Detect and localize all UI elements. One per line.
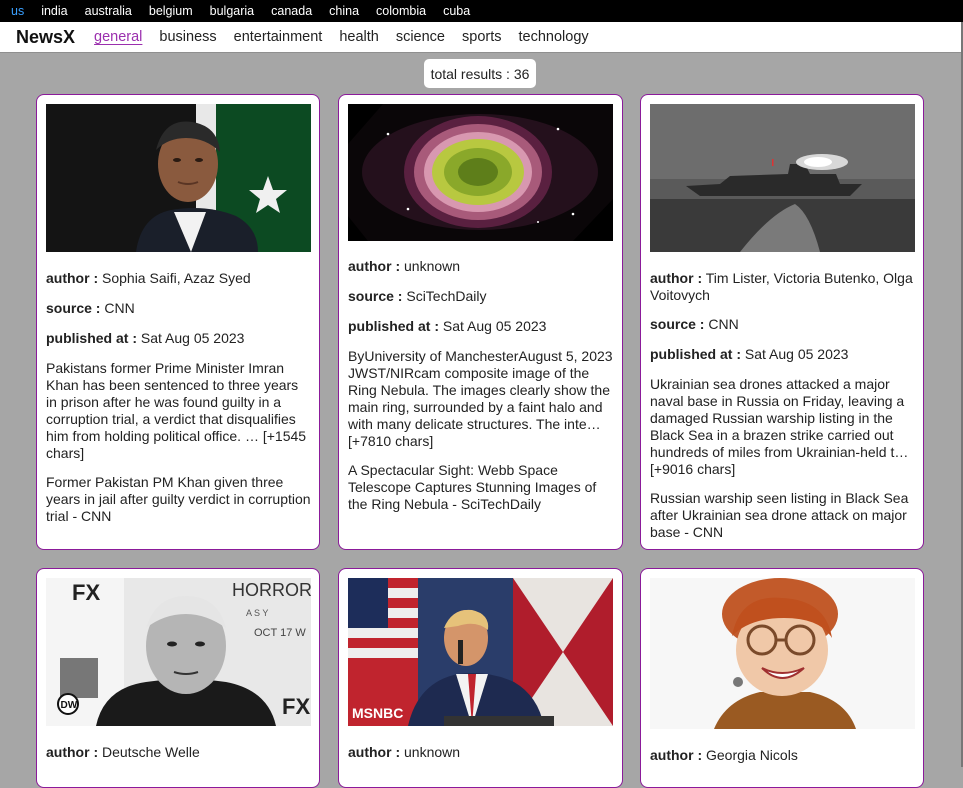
source-value: SciTechDaily [406, 288, 487, 304]
published-line: published at : Sat Aug 05 2023 [46, 330, 312, 347]
news-card[interactable]: author : Sophia Saifi, Azaz Syed source … [36, 94, 320, 550]
category-link-general[interactable]: general [94, 29, 142, 45]
news-card[interactable]: FX HORROR A S Y OCT 17 W FX DW author : … [36, 568, 320, 788]
category-link-health[interactable]: health [339, 29, 379, 45]
author-label: author : [348, 744, 401, 760]
published-value: Sat Aug 05 2023 [442, 318, 547, 334]
author-value: Sophia Saifi, Azaz Syed [102, 270, 251, 286]
news-description: ByUniversity of ManchesterAugust 5, 2023… [348, 348, 613, 449]
news-image[interactable] [650, 578, 915, 729]
author-line: author : Deutsche Welle [46, 744, 312, 761]
fx-logo-text: FX [72, 580, 100, 605]
country-link-belgium[interactable]: belgium [149, 4, 193, 18]
news-title[interactable]: Russian warship seen listing in Black Se… [650, 490, 916, 541]
dw-logo-text: DW [61, 700, 78, 711]
author-line: author : unknown [348, 744, 614, 761]
news-image[interactable] [46, 104, 311, 252]
news-image[interactable] [650, 104, 915, 252]
country-link-canada[interactable]: canada [271, 4, 312, 18]
source-line: source : CNN [46, 300, 312, 317]
published-label: published at : [650, 346, 741, 362]
brand-logo[interactable]: NewsX [16, 27, 75, 48]
sign-date-text: OCT 17 W [254, 627, 306, 639]
country-link-us[interactable]: us [11, 4, 24, 18]
published-value: Sat Aug 05 2023 [744, 346, 849, 362]
source-line: source : CNN [650, 316, 916, 333]
news-card[interactable]: author : Georgia Nicols [640, 568, 924, 788]
news-image[interactable] [348, 104, 613, 241]
author-value: unknown [404, 744, 461, 760]
total-results-badge: total results : 36 [424, 59, 536, 88]
category-link-technology[interactable]: technology [519, 29, 589, 45]
published-line: published at : Sat Aug 05 2023 [650, 346, 916, 363]
published-line: published at : Sat Aug 05 2023 [348, 318, 614, 335]
author-label: author : [46, 744, 99, 760]
news-card[interactable]: MSNBC author : unknown [338, 568, 623, 788]
country-link-india[interactable]: india [41, 4, 67, 18]
source-line: source : SciTechDaily [348, 288, 614, 305]
published-value: Sat Aug 05 2023 [140, 330, 245, 346]
category-link-science[interactable]: science [396, 29, 445, 45]
news-title[interactable]: A Spectacular Sight: Webb Space Telescop… [348, 462, 614, 513]
msnbc-logo-text: MSNBC [352, 705, 403, 721]
news-title[interactable]: Former Pakistan PM Khan given three year… [46, 474, 312, 525]
author-label: author : [650, 270, 703, 286]
sign-letters-text: A S Y [246, 608, 268, 618]
horror-sign-text: HORROR [232, 580, 311, 600]
author-label: author : [650, 747, 703, 763]
published-label: published at : [46, 330, 137, 346]
published-label: published at : [348, 318, 439, 334]
source-label: source : [46, 300, 101, 316]
author-value: Deutsche Welle [102, 744, 200, 760]
author-label: author : [348, 258, 401, 274]
country-link-china[interactable]: china [329, 4, 359, 18]
source-label: source : [650, 316, 705, 332]
author-value: unknown [404, 258, 461, 274]
author-line: author : Sophia Saifi, Azaz Syed [46, 270, 312, 287]
news-card[interactable]: author : unknown source : SciTechDaily p… [338, 94, 623, 550]
news-image[interactable]: FX HORROR A S Y OCT 17 W FX DW [46, 578, 311, 726]
category-link-entertainment[interactable]: entertainment [234, 29, 323, 45]
fx-corner-text: FX [282, 694, 310, 719]
category-link-business[interactable]: business [159, 29, 216, 45]
news-description: Pakistans former Prime Minister Imran Kh… [46, 360, 307, 461]
category-navbar: NewsX general business entertainment hea… [0, 22, 963, 53]
country-link-cuba[interactable]: cuba [443, 4, 470, 18]
author-line: author : Tim Lister, Victoria Butenko, O… [650, 270, 916, 304]
author-label: author : [46, 270, 99, 286]
author-value: Georgia Nicols [706, 747, 798, 763]
author-line: author : Georgia Nicols [650, 747, 916, 764]
source-value: CNN [708, 316, 739, 332]
news-image[interactable]: MSNBC [348, 578, 613, 726]
news-description: Ukrainian sea drones attacked a major na… [650, 376, 909, 477]
source-label: source : [348, 288, 403, 304]
source-value: CNN [104, 300, 135, 316]
author-line: author : unknown [348, 258, 614, 275]
category-link-sports[interactable]: sports [462, 29, 502, 45]
country-link-australia[interactable]: australia [85, 4, 132, 18]
country-bar: us india australia belgium bulgaria cana… [0, 0, 963, 22]
news-card[interactable]: author : Tim Lister, Victoria Butenko, O… [640, 94, 924, 550]
country-link-colombia[interactable]: colombia [376, 4, 426, 18]
country-link-bulgaria[interactable]: bulgaria [210, 4, 254, 18]
